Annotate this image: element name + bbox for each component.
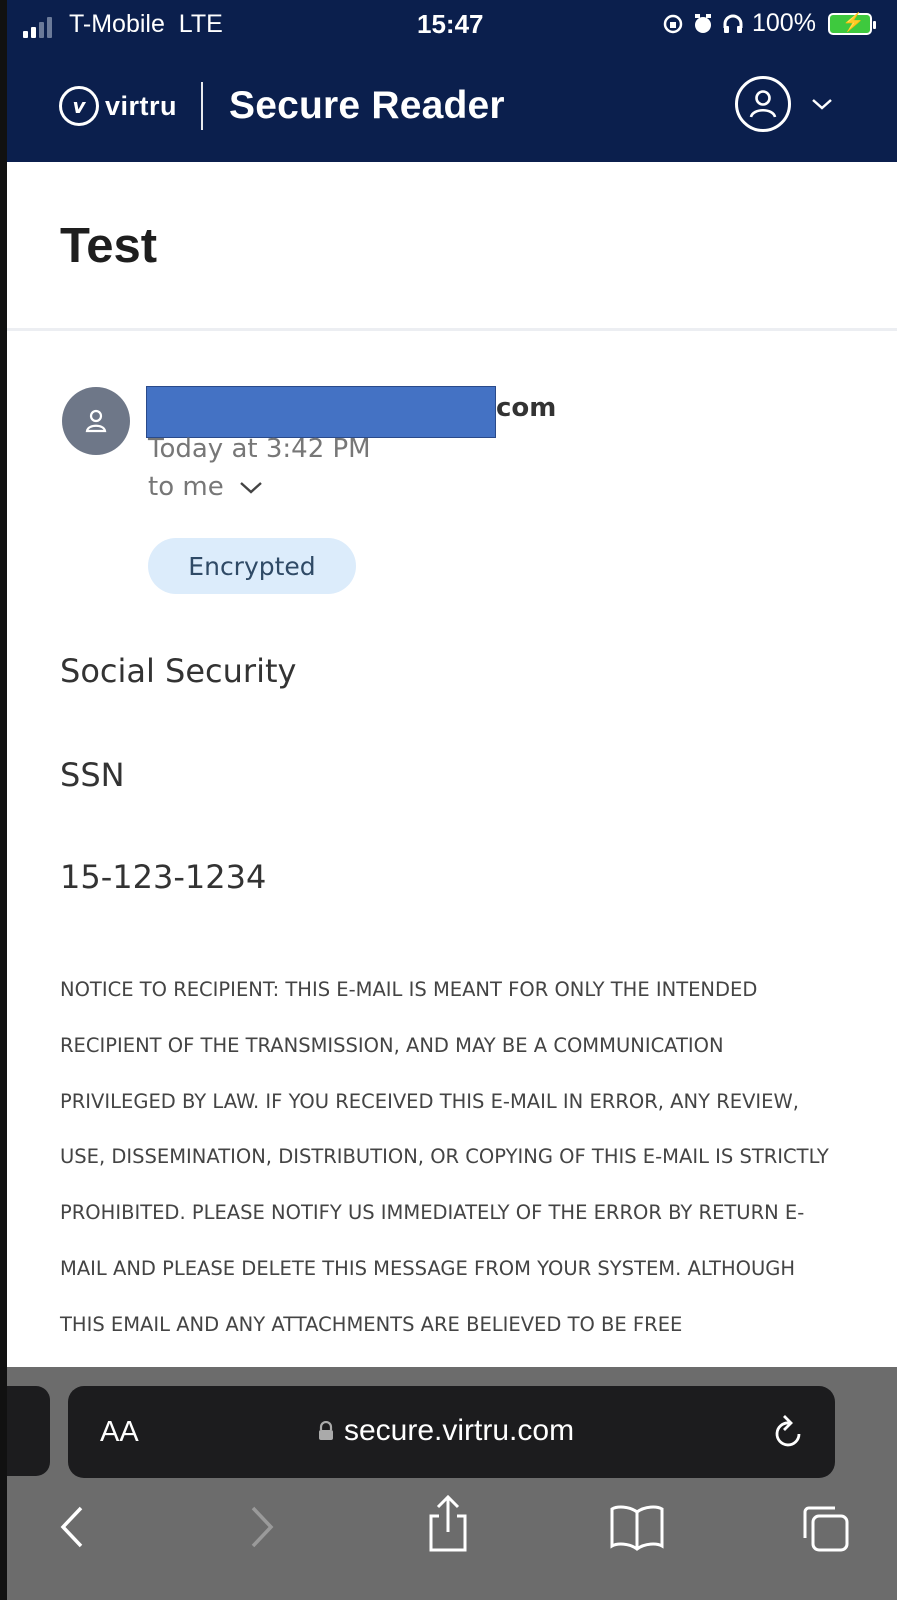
- screen: T-Mobile LTE 15:47 100% ⚡ v virtru Secur…: [0, 0, 916, 1600]
- status-time: 15:47: [417, 9, 484, 39]
- tabs-icon[interactable]: [799, 1502, 851, 1554]
- chevron-down-icon: [239, 482, 262, 494]
- lock-icon: [319, 1421, 333, 1440]
- reload-icon[interactable]: [771, 1412, 807, 1452]
- text-size-button[interactable]: AA: [100, 1416, 139, 1449]
- signal-icon: [23, 17, 52, 38]
- body-line: Social Security: [60, 652, 297, 690]
- sent-time: Today at 3:42 PM: [148, 434, 371, 464]
- body-line: SSN: [60, 756, 125, 794]
- legal-notice: NOTICE TO RECIPIENT: THIS E-MAIL IS MEAN…: [60, 978, 829, 1336]
- person-icon: [85, 409, 107, 433]
- body-line: 15-123-1234: [60, 858, 267, 896]
- brand-divider: [201, 82, 204, 130]
- battery-icon: ⚡: [827, 12, 876, 35]
- forward-icon[interactable]: [245, 1502, 279, 1552]
- left-edge: [0, 0, 7, 1600]
- brand-name: virtru: [105, 90, 178, 121]
- address-bar[interactable]: AA secure.virtru.com: [68, 1386, 835, 1478]
- virtru-logo-icon: v: [59, 86, 99, 126]
- status-right: 100% ⚡: [662, 9, 876, 38]
- share-icon[interactable]: [425, 1494, 471, 1554]
- url-display[interactable]: secure.virtru.com: [318, 1414, 574, 1448]
- app-title: Secure Reader: [229, 84, 505, 127]
- adjacent-tab[interactable]: [7, 1386, 50, 1476]
- subject-divider: [7, 328, 897, 331]
- url-text: secure.virtru.com: [344, 1414, 575, 1447]
- redacted-sender-address: [146, 386, 496, 438]
- orientation-lock-icon: [663, 14, 683, 33]
- browser-nav-bar: [7, 1490, 897, 1600]
- app-header: T-Mobile LTE 15:47 100% ⚡ v virtru Secur…: [7, 0, 897, 162]
- battery-percent: 100%: [752, 9, 816, 37]
- status-bar: T-Mobile LTE 15:47 100% ⚡: [7, 0, 897, 50]
- encrypted-badge: Encrypted: [148, 538, 356, 594]
- brand: v virtru Secure Reader: [59, 82, 505, 130]
- message-subject: Test: [60, 219, 158, 273]
- recipients-toggle[interactable]: to me: [148, 472, 264, 502]
- user-icon: [735, 76, 791, 132]
- bookmarks-icon[interactable]: [609, 1502, 665, 1552]
- carrier-label: T-Mobile LTE: [69, 10, 223, 38]
- headphones-icon: [723, 14, 743, 33]
- sender-address-suffix: com: [496, 393, 557, 423]
- recipients-label: to me: [148, 472, 224, 502]
- account-menu-button[interactable]: [735, 76, 835, 132]
- chevron-down-icon: [812, 99, 832, 110]
- back-icon[interactable]: [55, 1502, 89, 1552]
- sender-avatar: [62, 387, 130, 455]
- alarm-icon: [695, 13, 711, 33]
